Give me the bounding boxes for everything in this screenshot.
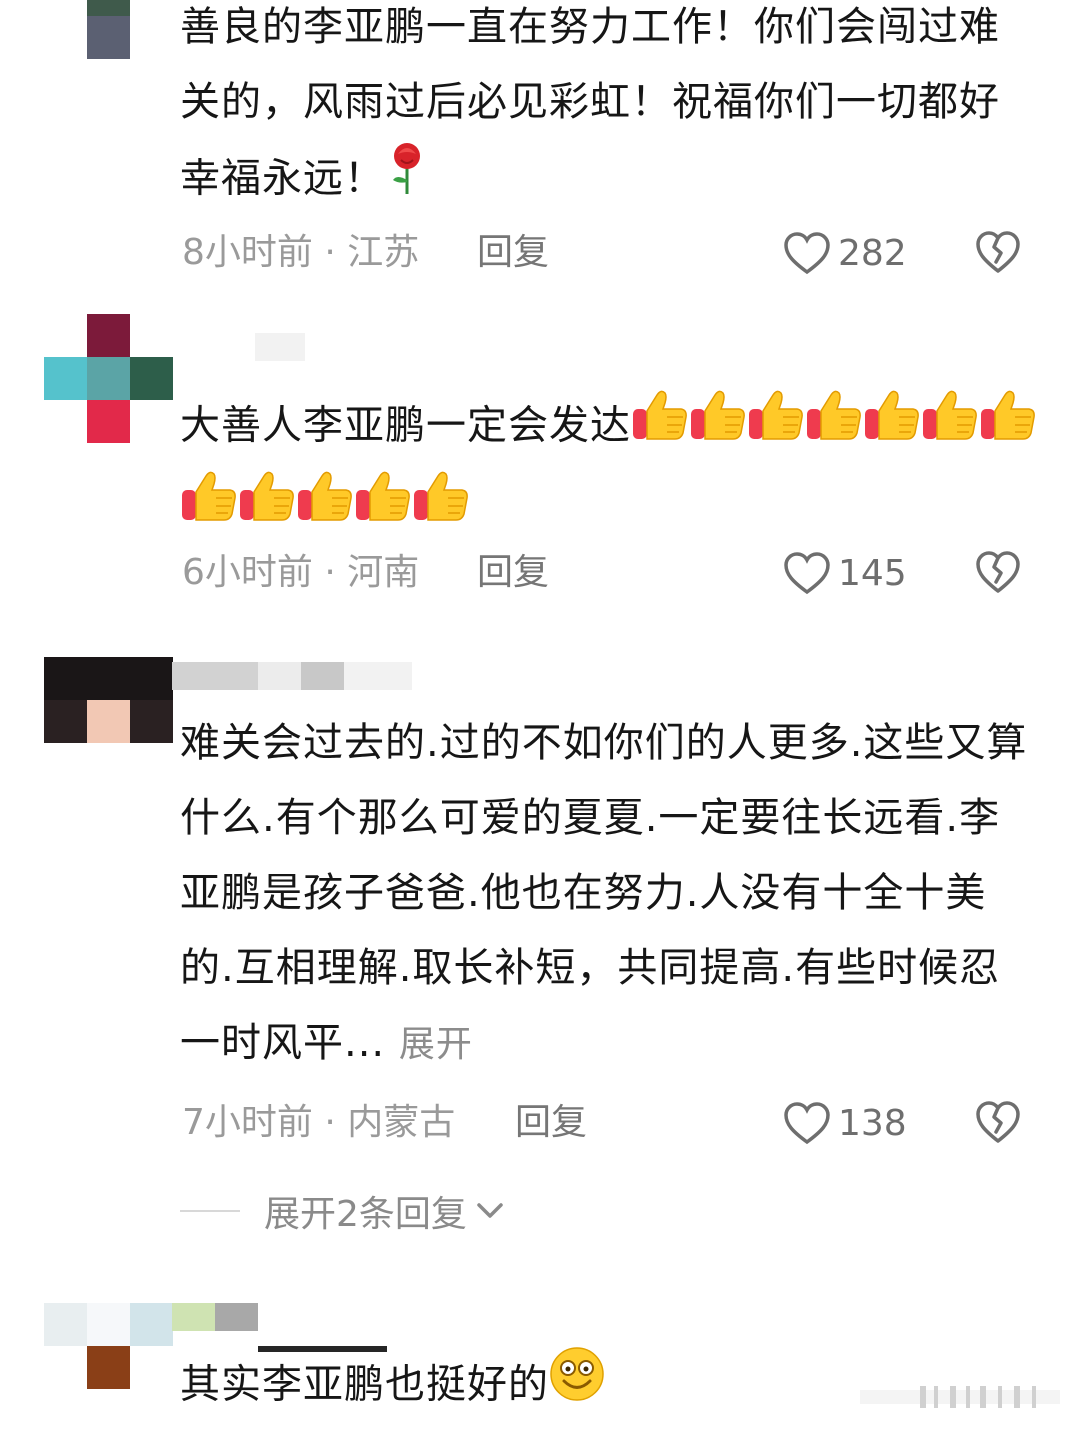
username[interactable]	[255, 333, 305, 361]
comment-time-location: 8小时前 · 江苏	[182, 232, 420, 273]
thumbs-up-icon	[412, 468, 470, 549]
comment-text: 难关会过去的.过的不如你们的人更多.这些又算什么.有个那么可爱的夏夏.一定要往长…	[180, 720, 1028, 1066]
expand-text-button[interactable]: 展开	[399, 1024, 473, 1065]
like-button[interactable]: 145	[782, 548, 907, 598]
watermark	[860, 1386, 1060, 1408]
comment-text: 大善人李亚鹏一定会发达	[180, 387, 1040, 549]
chevron-down-icon	[477, 1203, 503, 1218]
comment-meta: 7小时前 · 内蒙古 回复 138	[182, 1098, 1042, 1148]
thumbs-up-icon	[631, 387, 689, 468]
like-button[interactable]: 138	[782, 1098, 907, 1148]
avatar[interactable]	[44, 1303, 173, 1431]
smiling-face-icon	[549, 1346, 605, 1427]
thumbs-up-icon	[689, 387, 747, 468]
reply-button[interactable]: 回复	[477, 228, 549, 278]
comment-meta: 8小时前 · 江苏 回复 282	[182, 228, 1042, 278]
like-button[interactable]: 282	[782, 228, 907, 278]
avatar[interactable]	[44, 0, 173, 59]
avatar[interactable]	[44, 314, 173, 443]
comment-meta: 6小时前 · 河南 回复 145	[182, 548, 1042, 598]
thumbs-up-icon	[805, 387, 863, 468]
reply-button[interactable]: 回复	[515, 1098, 587, 1148]
thumbs-up-icon	[921, 387, 979, 468]
thumbs-up-icon	[979, 387, 1037, 468]
expand-replies-button[interactable]: 展开2条回复	[180, 1186, 505, 1236]
like-count: 282	[838, 232, 907, 274]
heart-icon	[784, 232, 830, 275]
comment-time-location: 7小时前 · 内蒙古	[182, 1102, 456, 1143]
divider	[180, 1210, 240, 1212]
thumbs-up-icon	[354, 468, 412, 549]
thumbs-up-icon	[238, 468, 296, 549]
expand-replies-label: 展开2条回复	[264, 1194, 467, 1235]
rose-icon	[385, 140, 429, 221]
thumbs-up-icon	[180, 468, 238, 549]
heart-icon	[784, 1102, 830, 1145]
like-count: 138	[838, 1102, 907, 1144]
dislike-icon[interactable]	[974, 549, 1022, 595]
thumbs-up-icon	[747, 387, 805, 468]
username[interactable]	[172, 1303, 387, 1352]
comment-time-location: 6小时前 · 河南	[182, 552, 420, 593]
like-count: 145	[838, 552, 907, 594]
thumbs-up-icon	[296, 468, 354, 549]
thumbs-up-icon	[863, 387, 921, 468]
dislike-icon[interactable]	[974, 1099, 1022, 1145]
comment-text: 善良的李亚鹏一直在努力工作！你们会闯过难关的，风雨过后必见彩虹！祝福你们一切都好…	[180, 0, 1040, 221]
reply-button[interactable]: 回复	[477, 548, 549, 598]
avatar[interactable]	[44, 657, 173, 785]
username[interactable]	[172, 662, 412, 690]
dislike-icon[interactable]	[974, 229, 1022, 275]
heart-icon	[784, 552, 830, 595]
